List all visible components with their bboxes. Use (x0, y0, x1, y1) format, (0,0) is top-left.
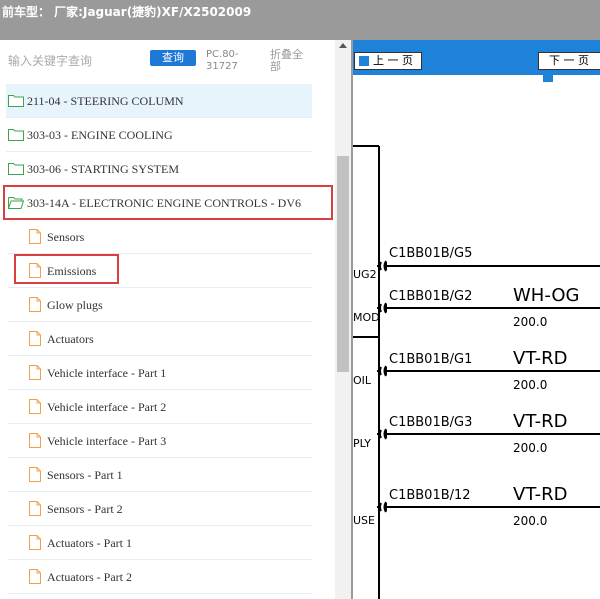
scroll-up-arrow-icon[interactable] (339, 43, 347, 48)
pc-code-line1: PC.80- (206, 49, 239, 60)
query-button[interactable]: 查询 (150, 50, 196, 66)
tree-item-label: Actuators (47, 332, 94, 346)
pin-label: PLY (353, 437, 372, 450)
wire-row: MOD C1BB01B/G2 WH-OG 200.0 (353, 285, 600, 335)
vehicle-header: 前车型： 厂家:Jaguar(捷豹)XF/X2502009 (0, 0, 600, 40)
wire-gauge-label: 200.0 (513, 514, 548, 528)
next-page-button[interactable]: 下 一 页 (538, 52, 600, 82)
tree-item-label: Vehicle interface - Part 1 (47, 366, 167, 380)
navigation-panel: 查询 PC.80- 31727 折叠全 部 211-04 - STEERING … (0, 40, 351, 599)
document-icon (29, 433, 41, 448)
tree-item-label: Actuators - Part 1 (47, 536, 132, 550)
tree-item-label: Glow plugs (47, 298, 103, 312)
connector-pin-icon (377, 260, 600, 272)
tree-item-label: Actuators - Part 2 (47, 570, 132, 584)
search-bar: 查询 PC.80- 31727 折叠全 部 (0, 40, 335, 80)
tree-item-sensors[interactable]: Sensors (8, 220, 312, 254)
pc-code-line2: 31727 (206, 61, 238, 72)
tree-item-sensors-part-2[interactable]: Sensors - Part 2 (8, 492, 312, 526)
tree-item-actuators-part-2[interactable]: Actuators - Part 2 (8, 560, 312, 594)
collapse-line2: 部 (270, 60, 281, 73)
document-icon (29, 297, 41, 312)
document-icon (29, 467, 41, 482)
previous-page-button[interactable]: 上 一 页 (354, 52, 422, 70)
tree-item-label: Vehicle interface - Part 3 (47, 434, 167, 448)
wire-row: PLY C1BB01B/G3 VT-RD 200.0 (353, 411, 600, 461)
tree-item-label: Vehicle interface - Part 2 (47, 400, 167, 414)
connector-pin-icon (377, 302, 600, 314)
highlight-box-section (3, 185, 333, 220)
pc-code: PC.80- 31727 (206, 49, 256, 73)
tree-item-glow-plugs[interactable]: Glow plugs (8, 288, 312, 322)
wire-gauge-label: 200.0 (513, 315, 548, 329)
tree-section-engine-cooling[interactable]: 303-03 - ENGINE COOLING (6, 118, 312, 152)
tree-item-sensors-part-1[interactable]: Sensors - Part 1 (8, 458, 312, 492)
connector-pin-icon (377, 428, 600, 440)
arrow-left-icon (359, 56, 369, 66)
tree-item-actuators[interactable]: Actuators (8, 322, 312, 356)
tree-item-label: Sensors - Part 1 (47, 468, 123, 482)
pin-label: OIL (353, 374, 372, 387)
document-icon (29, 229, 41, 244)
previous-page-label: 上 一 页 (373, 54, 413, 67)
page-nav-bar: 上 一 页 下 一 页 (353, 40, 600, 82)
tree-section-steering-column[interactable]: 211-04 - STEERING COLUMN (6, 84, 312, 118)
wiring-diagram: UG2 C1BB01B/G5 MOD C1BB01B/G2 WH-OG 200.… (353, 75, 600, 599)
wire-row: USE C1BB01B/12 VT-RD 200.0 (353, 484, 600, 534)
folder-icon (8, 129, 24, 141)
scroll-thumb[interactable] (337, 156, 349, 372)
tree-section-label: 303-03 - ENGINE COOLING (27, 128, 173, 142)
document-icon (29, 501, 41, 516)
document-icon (29, 569, 41, 584)
tree-item-label: Sensors - Part 2 (47, 502, 123, 516)
pin-label: MOD (353, 311, 380, 324)
tree-item-vehicle-interface-1[interactable]: Vehicle interface - Part 1 (8, 356, 312, 390)
tree-item-vehicle-interface-2[interactable]: Vehicle interface - Part 2 (8, 390, 312, 424)
tree-item-vehicle-interface-3[interactable]: Vehicle interface - Part 3 (8, 424, 312, 458)
collapse-all-link[interactable]: 折叠全 部 (270, 49, 314, 73)
folder-icon (8, 95, 24, 107)
document-icon (29, 331, 41, 346)
tree-section-starting-system[interactable]: 303-06 - STARTING SYSTEM (6, 152, 312, 186)
tree-section-label: 211-04 - STEERING COLUMN (27, 94, 184, 108)
document-icon (29, 535, 41, 550)
tree-item-label: Sensors (47, 230, 85, 244)
folder-icon (8, 163, 24, 175)
pin-label: UG2 (353, 268, 377, 281)
tree-item-actuators-part-1[interactable]: Actuators - Part 1 (8, 526, 312, 560)
document-icon (29, 399, 41, 414)
connector-label: C1BB01B/G5 (389, 246, 473, 261)
vehicle-title: 前车型： 厂家:Jaguar(捷豹)XF/X2502009 (2, 5, 252, 19)
connector-pin-icon (377, 365, 600, 377)
diagram-viewer: 上 一 页 下 一 页 UG2 C1BB01B/G5 MOD C1BB01B/G… (353, 40, 600, 599)
next-page-label: 下 一 页 (549, 54, 589, 67)
tree-scrollbar[interactable] (335, 40, 351, 599)
wire-row: OIL C1BB01B/G1 VT-RD 200.0 (353, 348, 600, 398)
tree-section-label: 303-06 - STARTING SYSTEM (27, 162, 179, 176)
document-icon (29, 365, 41, 380)
connector-pin-icon (377, 501, 600, 513)
pin-label: USE (353, 514, 375, 527)
wire-gauge-label: 200.0 (513, 441, 548, 455)
wire-gauge-label: 200.0 (513, 378, 548, 392)
search-input[interactable] (8, 52, 148, 70)
highlight-box-emissions (14, 254, 119, 284)
